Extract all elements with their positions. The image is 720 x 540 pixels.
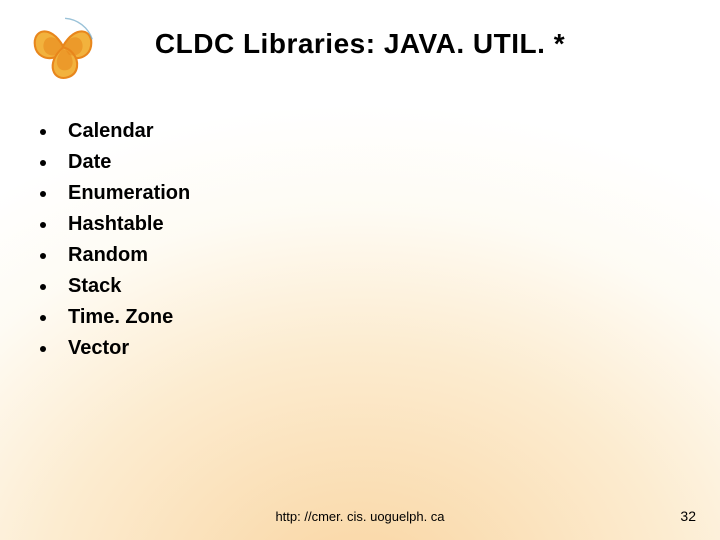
- page-number: 32: [680, 508, 696, 524]
- bullet-icon: [40, 222, 46, 228]
- bullet-text: Hashtable: [68, 213, 164, 236]
- list-item: Stack: [40, 275, 190, 298]
- slide-title: CLDC Libraries: JAVA. UTIL. *: [0, 28, 720, 60]
- bullet-text: Vector: [68, 337, 129, 360]
- bullet-list: Calendar Date Enumeration Hashtable Rand…: [40, 120, 190, 368]
- bullet-text: Random: [68, 244, 148, 267]
- list-item: Hashtable: [40, 213, 190, 236]
- list-item: Enumeration: [40, 182, 190, 205]
- bullet-text: Time. Zone: [68, 306, 173, 329]
- list-item: Vector: [40, 337, 190, 360]
- list-item: Random: [40, 244, 190, 267]
- bullet-icon: [40, 315, 46, 321]
- bullet-icon: [40, 284, 46, 290]
- bullet-text: Stack: [68, 275, 121, 298]
- bullet-icon: [40, 346, 46, 352]
- footer-url: http: //cmer. cis. uoguelph. ca: [0, 509, 720, 524]
- slide: CLDC Libraries: JAVA. UTIL. * Calendar D…: [0, 0, 720, 540]
- bullet-icon: [40, 129, 46, 135]
- bullet-icon: [40, 160, 46, 166]
- bullet-icon: [40, 253, 46, 259]
- bullet-text: Date: [68, 151, 111, 174]
- list-item: Date: [40, 151, 190, 174]
- bullet-icon: [40, 191, 46, 197]
- bullet-text: Calendar: [68, 120, 154, 143]
- list-item: Calendar: [40, 120, 190, 143]
- bullet-text: Enumeration: [68, 182, 190, 205]
- list-item: Time. Zone: [40, 306, 190, 329]
